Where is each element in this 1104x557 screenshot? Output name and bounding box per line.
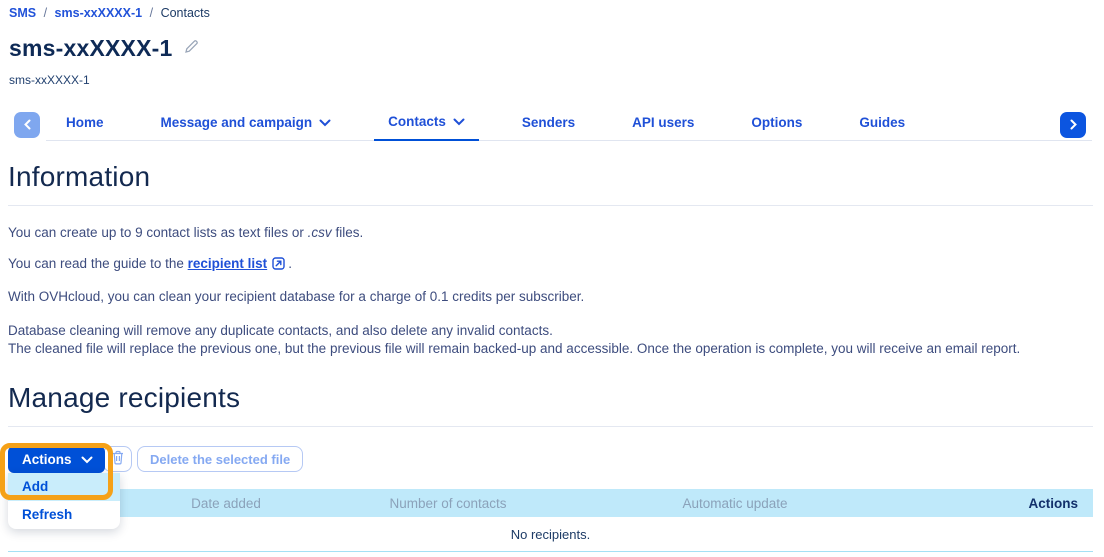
chevron-down-icon	[453, 114, 465, 129]
recipient-list-link[interactable]: recipient list	[188, 256, 268, 271]
column-header-automatic-update: Automatic update	[682, 496, 787, 511]
divider	[8, 426, 1093, 427]
recipients-table-header: Date added Number of contacts Automatic …	[8, 489, 1093, 517]
empty-table-message: No recipients.	[8, 527, 1093, 542]
table-bottom-border	[8, 551, 1093, 552]
actions-dropdown-button[interactable]: Actions	[8, 446, 105, 473]
tab-message-and-campaign[interactable]: Message and campaign	[147, 109, 346, 140]
tabs-scroll-left-button[interactable]	[14, 112, 40, 138]
chevron-down-icon	[81, 452, 93, 467]
breadcrumb-contacts: Contacts	[161, 6, 210, 20]
column-header-number-of-contacts: Number of contacts	[389, 496, 506, 511]
info-paragraph-guide: You can read the guide to the recipient …	[0, 255, 1104, 275]
menu-item-refresh[interactable]: Refresh	[8, 501, 120, 529]
breadcrumb: SMS / sms-xxXXXX-1 / Contacts	[0, 0, 1104, 20]
manage-recipients-section: Actions Delete the selected file Add Ref…	[0, 439, 1104, 557]
chevron-left-icon	[23, 118, 32, 133]
tab-senders[interactable]: Senders	[508, 109, 589, 140]
column-header-actions: Actions	[1028, 496, 1078, 511]
breadcrumb-service[interactable]: sms-xxXXXX-1	[55, 6, 143, 20]
manage-recipients-heading: Manage recipients	[0, 358, 1104, 414]
column-header-date-added: Date added	[191, 496, 261, 511]
edit-pencil-icon[interactable]	[183, 39, 199, 60]
tabs-scroll-right-button[interactable]	[1060, 112, 1086, 138]
divider	[8, 205, 1093, 206]
delete-selected-file-button[interactable]: Delete the selected file	[137, 446, 303, 472]
service-subtitle: sms-xxXXXX-1	[0, 62, 1104, 87]
breadcrumb-separator: /	[44, 6, 47, 20]
sms-contacts-page: SMS / sms-xxXXXX-1 / Contacts sms-xxXXXX…	[0, 0, 1104, 557]
information-heading: Information	[0, 141, 1104, 193]
tab-api-users[interactable]: API users	[618, 109, 708, 140]
external-link-icon	[272, 258, 285, 273]
chevron-right-icon	[1069, 118, 1078, 133]
tab-contacts[interactable]: Contacts	[374, 109, 479, 141]
chevron-down-icon	[319, 115, 331, 130]
menu-item-add[interactable]: Add	[8, 473, 120, 501]
info-paragraph-cleaning-cost: With OVHcloud, you can clean your recipi…	[0, 288, 1104, 306]
tab-options[interactable]: Options	[737, 109, 816, 140]
trash-icon	[111, 450, 125, 468]
tab-bar: Home Message and campaign Contacts Sende…	[0, 109, 1104, 141]
breadcrumb-separator: /	[150, 6, 153, 20]
tab-home[interactable]: Home	[52, 109, 118, 140]
info-paragraph-limits: You can create up to 9 contact lists as …	[0, 224, 1104, 242]
page-title: sms-xxXXXX-1	[9, 35, 173, 62]
delete-trash-icon-button[interactable]	[103, 446, 132, 472]
actions-dropdown-menu: Add Refresh	[8, 473, 120, 529]
tab-guides[interactable]: Guides	[845, 109, 919, 140]
info-paragraph-cleaning-details: Database cleaning will remove any duplic…	[0, 322, 1104, 358]
breadcrumb-sms[interactable]: SMS	[9, 6, 36, 20]
